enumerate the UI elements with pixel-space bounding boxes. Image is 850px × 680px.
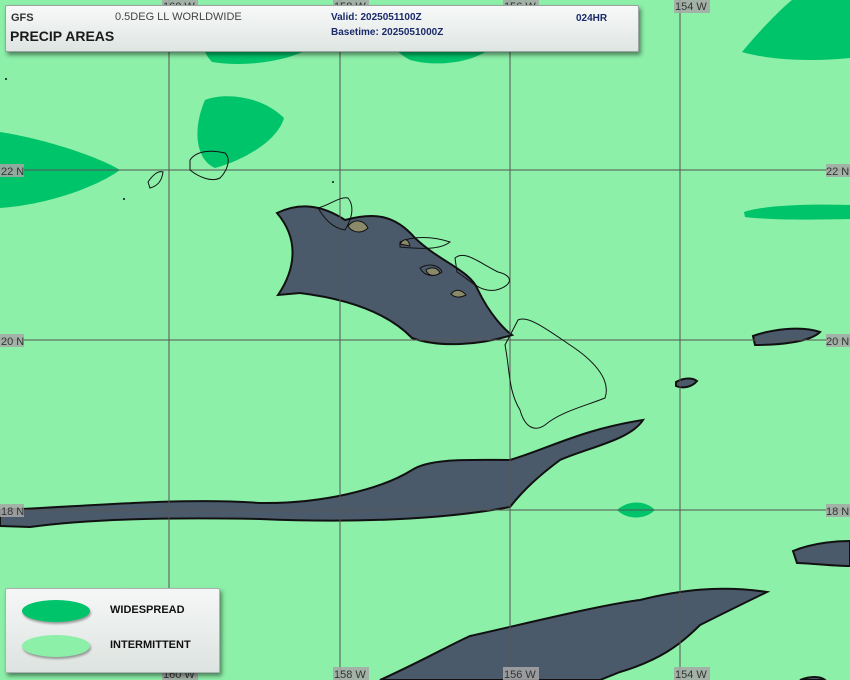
lat-label-22-left: 22 N bbox=[1, 166, 24, 178]
basetime: Basetime: 2025051000Z bbox=[331, 27, 444, 38]
lon-label-158-bottom: 158 W bbox=[334, 669, 366, 680]
lon-label-154-bottom: 154 W bbox=[675, 669, 707, 680]
map-dot bbox=[332, 181, 334, 183]
forecast-hour: 024HR bbox=[576, 13, 608, 24]
valid-time: Valid: 2025051100Z bbox=[331, 12, 422, 23]
legend-label-widespread: WIDESPREAD bbox=[110, 604, 185, 616]
map-dot bbox=[5, 78, 7, 80]
precip-map: 22 N 22 N 20 N 20 N 18 N 18 N 160 W 158 … bbox=[0, 0, 850, 680]
lat-label-20-left: 20 N bbox=[1, 336, 24, 348]
header-panel: GFS PRECIP AREAS 0.5DEG LL WORLDWIDE Val… bbox=[5, 5, 639, 52]
lat-label-18-right: 18 N bbox=[826, 506, 849, 518]
intermittent-swatch bbox=[22, 635, 90, 657]
legend-label-intermittent: INTERMITTENT bbox=[110, 639, 191, 651]
lon-label-156-bottom: 156 W bbox=[504, 669, 536, 680]
lat-label-20-right: 20 N bbox=[826, 336, 849, 348]
widespread-swatch bbox=[22, 600, 90, 622]
product-title: PRECIP AREAS bbox=[10, 28, 115, 44]
lon-label-154-top: 154 W bbox=[675, 1, 707, 13]
grid-description: 0.5DEG LL WORLDWIDE bbox=[115, 11, 242, 23]
lat-label-18-left: 18 N bbox=[1, 506, 24, 518]
legend-panel: WIDESPREAD INTERMITTENT bbox=[5, 588, 220, 673]
model-name: GFS bbox=[11, 12, 34, 24]
lat-label-22-right: 22 N bbox=[826, 166, 849, 178]
map-dot bbox=[123, 198, 125, 200]
